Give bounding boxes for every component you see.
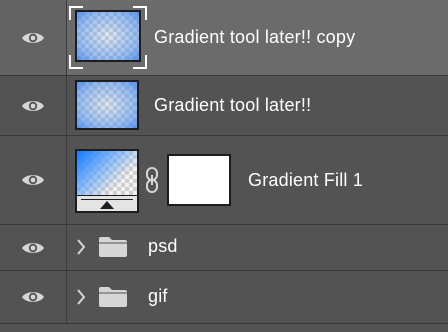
layer-thumbnail[interactable] [75, 80, 139, 130]
layer-row-gradient-tool[interactable]: Gradient tool later!! [0, 76, 448, 135]
chevron-right-icon[interactable] [76, 239, 86, 255]
visibility-toggle[interactable] [0, 76, 67, 135]
gradient-fill-thumbnail[interactable] [75, 149, 139, 213]
layer-thumbnail[interactable] [75, 10, 141, 62]
row-divider [0, 323, 448, 324]
eye-icon [22, 242, 44, 253]
visibility-toggle[interactable] [0, 271, 67, 323]
layer-name[interactable]: Gradient tool later!! [154, 95, 311, 116]
layer-name[interactable]: Gradient tool later!! copy [154, 27, 355, 48]
layer-group-psd[interactable]: psd [0, 225, 448, 270]
selection-corner [69, 6, 83, 20]
visibility-toggle[interactable] [0, 0, 67, 75]
eye-icon [22, 32, 44, 43]
group-name[interactable]: psd [148, 236, 178, 257]
layer-row-gradient-fill[interactable]: Gradient Fill 1 [0, 136, 448, 224]
layer-row-gradient-tool-copy[interactable]: Gradient tool later!! copy [0, 0, 448, 75]
layer-mask-thumbnail[interactable] [167, 154, 231, 206]
layer-group-gif[interactable]: gif [0, 271, 448, 323]
selection-corner [133, 55, 147, 69]
visibility-toggle[interactable] [0, 225, 67, 270]
chevron-right-icon[interactable] [76, 289, 86, 305]
eye-icon [22, 100, 44, 111]
selection-corner [69, 55, 83, 69]
folder-icon [99, 237, 127, 257]
layers-panel: Gradient tool later!! copy Gradient tool… [0, 0, 448, 332]
chain-link-icon[interactable] [144, 166, 160, 194]
folder-icon [99, 287, 127, 307]
layer-name[interactable]: Gradient Fill 1 [248, 170, 363, 191]
gradient-slider-bar [77, 195, 137, 211]
selection-corner [133, 6, 147, 20]
eye-icon [22, 292, 44, 302]
group-name[interactable]: gif [148, 286, 168, 307]
eye-icon [22, 175, 44, 185]
visibility-toggle[interactable] [0, 136, 67, 224]
gradient-stop-icon [100, 201, 114, 209]
